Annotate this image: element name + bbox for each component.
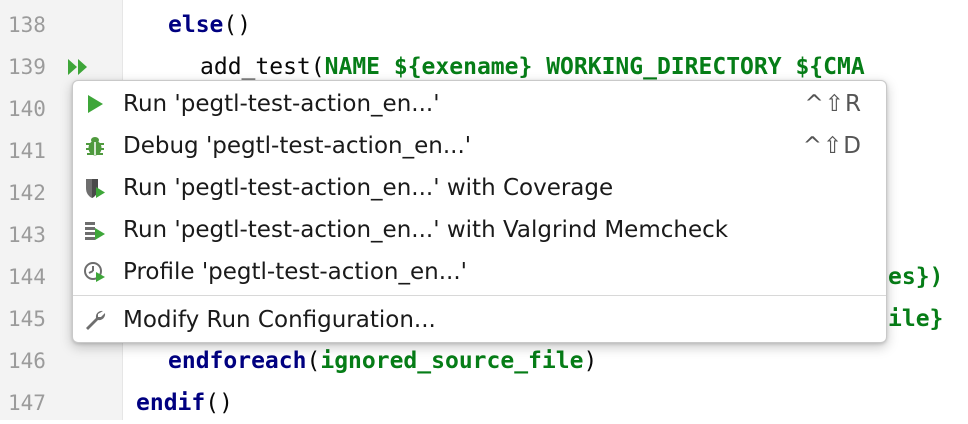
code-text: () [205,390,233,416]
menu-item-modify-run-configuration[interactable]: Modify Run Configuration... [73,299,886,341]
menu-item-label: Debug 'pegtl-test-action_en...' [123,133,472,159]
argument-keyword: NAME [324,54,381,80]
menu-item-label: Modify Run Configuration... [123,307,436,333]
menu-item-debug[interactable]: Debug 'pegtl-test-action_en...' ^⇧D [73,125,886,167]
code-text: ) [583,348,598,374]
wrench-icon [86,310,106,330]
menu-item-label: Run 'pegtl-test-action_en...' with Valgr… [123,217,729,243]
menu-item-profile[interactable]: Profile 'pegtl-test-action_en...' [73,251,886,293]
code-text: add_test( [200,54,325,80]
line-number: 138 [8,13,46,37]
keyword: endif [136,390,206,416]
gutter-run-test-icon[interactable] [66,57,92,77]
line-number: 146 [8,349,46,373]
menu-item-shortcut: ^⇧R [804,91,862,117]
menu-item-run-with-valgrind[interactable]: Run 'pegtl-test-action_en...' with Valgr… [73,209,886,251]
line-number: 144 [8,265,46,289]
menu-item-label: Run 'pegtl-test-action_en...' with Cover… [123,175,614,201]
profile-clock-icon [84,262,105,282]
run-context-menu: Run 'pegtl-test-action_en...' ^⇧R Debug … [72,80,887,343]
argument-fragment: es}) [888,264,944,290]
argument-keyword: WORKING_DIRECTORY [546,54,782,80]
menu-separator [73,295,886,296]
code-text: () [223,12,252,38]
line-number: 142 [8,181,46,205]
menu-item-label: Profile 'pegtl-test-action_en...' [123,259,467,285]
coverage-shield-icon [86,179,105,198]
line-number: 143 [8,223,46,247]
line-number: 147 [8,391,46,415]
keyword: else [168,12,224,38]
valgrind-icon [85,222,105,240]
menu-item-run[interactable]: Run 'pegtl-test-action_en...' ^⇧R [73,83,886,125]
code-line-146[interactable]: endforeach(ignored_source_file) [168,340,597,382]
debug-bug-icon [86,137,104,156]
code-line-145-fragment[interactable]: ile} [888,298,943,340]
code-line-138[interactable]: else() [168,4,251,46]
line-number: 139 [8,55,46,79]
line-number: 145 [8,307,46,331]
line-number: 141 [8,139,46,163]
argument-fragment: ile} [888,306,944,332]
code-text: ( [306,348,321,374]
keyword: endforeach [168,348,307,374]
line-number: 140 [8,97,46,121]
menu-item-run-with-coverage[interactable]: Run 'pegtl-test-action_en...' with Cover… [73,167,886,209]
code-line-144-fragment[interactable]: es}) [888,256,943,298]
menu-item-label: Run 'pegtl-test-action_en...' [123,91,440,117]
run-icon [88,95,103,113]
argument-variable: ignored_source_file [320,348,584,374]
argument-variable: ${exename} [380,54,547,80]
argument-variable: ${CMA [781,54,865,80]
code-line-147[interactable]: endif() [136,382,233,424]
menu-item-shortcut: ^⇧D [802,133,862,159]
